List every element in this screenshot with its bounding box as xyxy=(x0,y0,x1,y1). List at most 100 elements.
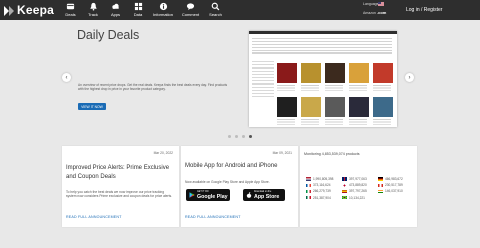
us-flag-icon xyxy=(306,177,311,181)
country-stat-value: 266,279,739 xyxy=(313,189,331,194)
hero-description: An overview of recent price drops. Get t… xyxy=(78,83,228,92)
ca-flag-icon xyxy=(378,183,383,187)
country-stat-value: 373,116,624 xyxy=(313,183,331,188)
product-thumbnail xyxy=(373,97,393,121)
country-stat-value: 251,387,904 xyxy=(313,195,331,200)
product-thumbnail xyxy=(301,63,321,87)
view-deals-button[interactable]: VIEW IT NOW xyxy=(78,103,106,110)
country-stat-value: 473,889,820 xyxy=(349,183,367,188)
product-thumbnail xyxy=(349,97,369,121)
product-thumbnail xyxy=(301,97,321,121)
card-text: To help you catch the best deals we now … xyxy=(66,190,173,199)
language-label: Language xyxy=(363,2,379,6)
search-icon xyxy=(211,2,220,11)
nav-data[interactable]: Data xyxy=(128,1,149,19)
country-stat-value: 146,037,910 xyxy=(385,189,403,194)
deals-icon xyxy=(66,3,75,10)
product-thumbnail xyxy=(373,63,393,87)
screenshot-sidebar xyxy=(252,61,274,121)
product-thumbnail xyxy=(277,63,297,87)
cloud-icon xyxy=(112,3,119,9)
nav-search[interactable]: Search xyxy=(205,1,226,19)
amazon-domain-select[interactable]: .com xyxy=(377,10,386,15)
main-nav: Deals Track Apps Data Information Commen… xyxy=(60,1,228,19)
country-stats-grid: 1,990,805,398 397,977,063 466,983,672 37… xyxy=(306,177,414,200)
es-flag-icon xyxy=(342,189,347,194)
country-stat: 251,387,904 xyxy=(306,196,342,200)
info-icon xyxy=(159,2,167,11)
deals-page-screenshot xyxy=(249,31,397,127)
uk-flag-icon xyxy=(342,177,347,181)
country-stat: 1,990,805,398 xyxy=(306,177,342,181)
monitoring-stats-card: Monitoring 4,853,539,074 products 1,990,… xyxy=(300,146,417,227)
carousel-dot[interactable] xyxy=(228,135,231,138)
screenshot-filter-area xyxy=(252,38,392,58)
nav-comment[interactable]: Comment xyxy=(178,1,204,19)
product-thumbnail xyxy=(349,63,369,87)
announcement-card-mobile-app: Mar 09, 2021 Mobile App for Android and … xyxy=(181,146,298,227)
carousel-next-button[interactable]: › xyxy=(405,73,414,82)
nav-apps[interactable]: Apps xyxy=(105,1,126,19)
fr-flag-icon xyxy=(306,183,311,187)
carousel-dot[interactable] xyxy=(242,135,245,138)
nav-data-label: Data xyxy=(133,12,143,17)
read-announcement-link[interactable]: READ FULL ANNOUNCEMENT xyxy=(185,215,241,219)
carousel-pagination xyxy=(228,135,252,138)
monitoring-title: Monitoring 4,853,539,074 products xyxy=(304,152,360,156)
keepa-logo[interactable]: Keepa xyxy=(3,2,54,18)
google-play-big-text: Google Play xyxy=(197,193,228,200)
country-stat: 397,977,063 xyxy=(342,177,378,181)
nav-deals[interactable]: Deals xyxy=(60,1,81,19)
keepa-logo-icon xyxy=(3,4,15,16)
country-stat: 473,889,820 xyxy=(342,183,378,187)
jp-flag-icon xyxy=(342,183,347,187)
hero-title: Daily Deals xyxy=(77,28,140,42)
nav-information[interactable]: Information xyxy=(150,1,176,19)
grid-icon xyxy=(134,2,142,11)
de-flag-icon xyxy=(378,177,383,181)
apple-icon xyxy=(246,192,252,198)
top-navigation-bar: Keepa Deals Track Apps Data Information … xyxy=(0,0,480,20)
country-stat: 466,983,672 xyxy=(378,177,414,181)
nav-search-label: Search xyxy=(209,12,222,17)
country-stat-value: 1,990,805,398 xyxy=(313,177,334,181)
language-flag-icon[interactable] xyxy=(378,2,384,6)
card-text: Now available on Google Play Store and A… xyxy=(185,180,270,184)
screenshot-topbar xyxy=(249,31,397,34)
mx-flag-icon xyxy=(306,195,311,200)
card-title: Mobile App for Android and iPhone xyxy=(185,163,278,169)
country-stat-value: 397,977,063 xyxy=(349,177,367,181)
country-stat-value: 466,983,672 xyxy=(385,177,403,181)
country-stat: 397,797,265 xyxy=(342,189,378,193)
country-stat: 10,134,221 xyxy=(342,196,378,200)
nav-apps-label: Apps xyxy=(110,12,121,17)
it-flag-icon xyxy=(306,189,311,194)
app-store-button[interactable]: Download on the App Store xyxy=(243,189,285,201)
carousel-dot[interactable] xyxy=(235,135,238,138)
country-stat-value: 10,134,221 xyxy=(349,195,365,200)
br-flag-icon xyxy=(342,195,347,200)
amazon-label: Amazon xyxy=(363,11,376,15)
screenshot-product-grid xyxy=(277,63,393,121)
app-store-big-text: App Store xyxy=(254,193,280,200)
google-play-icon xyxy=(189,192,195,198)
product-thumbnail xyxy=(325,97,345,121)
login-register-link[interactable]: Log in / Register xyxy=(406,7,442,13)
in-flag-icon xyxy=(378,189,383,194)
carousel-dot-active[interactable] xyxy=(249,135,252,138)
card-date: Mar 09, 2021 xyxy=(272,151,292,155)
card-date: Mar 20, 2022 xyxy=(153,151,173,155)
product-thumbnail xyxy=(325,63,345,87)
nav-comment-label: Comment xyxy=(181,12,200,17)
country-stat: 146,037,910 xyxy=(378,189,414,193)
nav-track-label: Track xyxy=(88,12,98,17)
google-play-button[interactable]: GET IT ON Google Play xyxy=(186,189,230,201)
country-stat-value: 230,517,789 xyxy=(385,183,403,188)
country-stat: 230,517,789 xyxy=(378,183,414,187)
read-announcement-link[interactable]: READ FULL ANNOUNCEMENT xyxy=(66,215,122,219)
nav-track[interactable]: Track xyxy=(83,1,104,19)
product-thumbnail xyxy=(277,97,297,121)
logo-text: Keepa xyxy=(17,3,55,17)
carousel-prev-button[interactable]: ‹ xyxy=(62,73,71,82)
card-title: Improved Price Alerts: Prime Exclusive a… xyxy=(66,165,170,180)
